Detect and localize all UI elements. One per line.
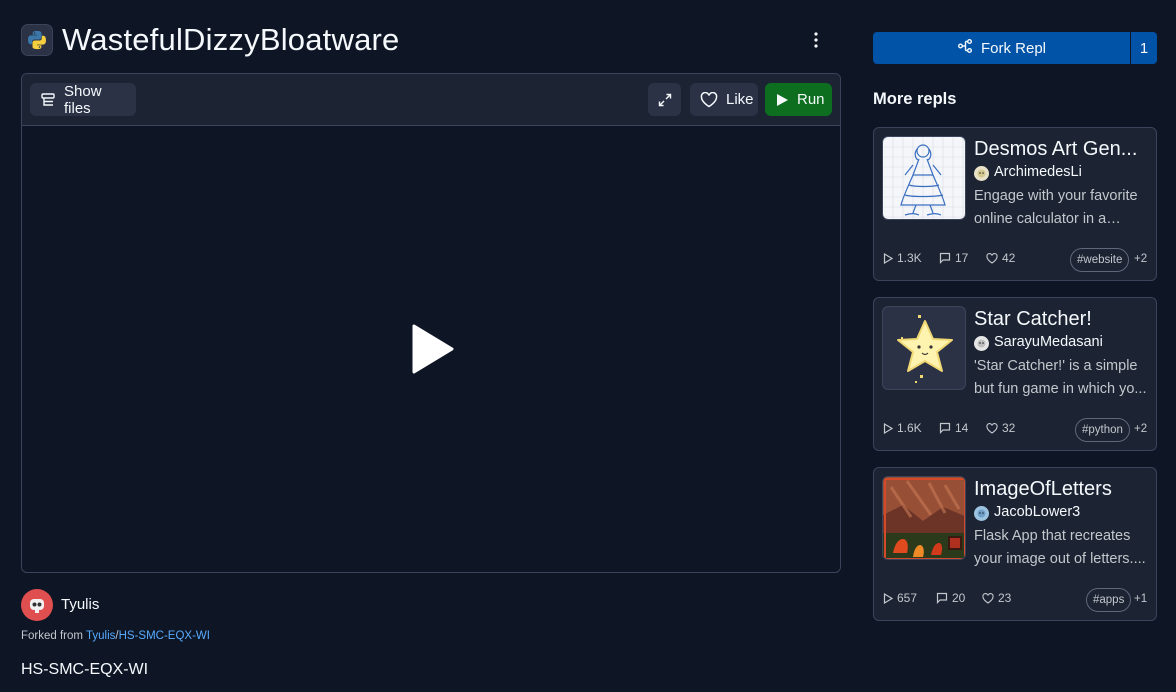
- runs-count: 1.6K: [897, 421, 922, 435]
- avatar: [974, 506, 989, 521]
- player-toolbar: Show files Like Run: [22, 74, 840, 126]
- tag-chip[interactable]: #website: [1070, 248, 1130, 272]
- fork-count[interactable]: 1: [1131, 32, 1157, 64]
- card-author-name[interactable]: ArchimedesLi: [994, 164, 1082, 180]
- python-icon: [21, 24, 53, 56]
- repl-card[interactable]: Desmos Art Gen... ArchimedesLi Engage wi…: [873, 127, 1157, 281]
- card-description: Flask App that recreates your image out …: [974, 528, 1146, 567]
- likes-stat: 42: [986, 251, 1015, 265]
- card-author-name[interactable]: SarayuMedasani: [994, 334, 1103, 350]
- card-title[interactable]: ImageOfLetters: [974, 476, 1150, 502]
- heart-outline-icon: [986, 252, 998, 264]
- card-stats: 1.6K 14 32 #python +2: [883, 418, 1149, 442]
- run-button[interactable]: Run: [765, 83, 832, 116]
- likes-count: 32: [1002, 421, 1016, 435]
- play-icon: [775, 93, 789, 107]
- author-name[interactable]: Tyulis: [61, 596, 99, 613]
- fork-label: Fork Repl: [980, 39, 1047, 57]
- comments-count: 14: [955, 421, 969, 435]
- repl-card[interactable]: ImageOfLetters JacobLower3 Flask App tha…: [873, 467, 1157, 621]
- card-description: Engage with your favorite online calcula…: [974, 188, 1138, 227]
- repl-card[interactable]: Star Catcher! SarayuMedasani 'Star Catch…: [873, 297, 1157, 451]
- comments-stat: 20: [936, 591, 965, 605]
- runs-count: 1.3K: [897, 251, 922, 265]
- card-author[interactable]: ArchimedesLi: [974, 163, 1152, 183]
- more-repls-heading: More repls: [873, 90, 957, 108]
- card-description: 'Star Catcher!' is a simple but fun game…: [974, 358, 1147, 397]
- heart-outline-icon: [982, 592, 994, 604]
- page-title: WastefulDizzyBloatware: [62, 22, 400, 57]
- card-author-name[interactable]: JacobLower3: [994, 504, 1080, 520]
- more-tags: +2: [1134, 423, 1148, 435]
- avatar: [974, 166, 989, 181]
- show-files-button[interactable]: Show files: [30, 82, 136, 117]
- avatar[interactable]: [21, 589, 53, 621]
- likes-stat: 32: [986, 421, 1015, 435]
- expand-icon: [657, 92, 673, 108]
- forked-prefix: Forked from: [21, 630, 86, 642]
- comment-icon: [939, 422, 951, 434]
- forked-from: Forked from Tyulis/HS-SMC-EQX-WI: [21, 630, 210, 642]
- forked-user-link[interactable]: Tyulis: [86, 630, 115, 642]
- run-label: Run: [797, 91, 825, 108]
- runs-stat: 657: [883, 591, 917, 605]
- show-files-label: Show files: [64, 82, 102, 117]
- repl-thumbnail: [882, 476, 966, 560]
- avatar: [974, 336, 989, 351]
- likes-count: 23: [998, 591, 1012, 605]
- repl-thumbnail: [882, 136, 966, 220]
- like-label: Like: [726, 91, 754, 108]
- play-outline-icon: [883, 422, 893, 434]
- like-button[interactable]: Like: [690, 83, 758, 116]
- files-icon: [40, 92, 56, 108]
- repl-description: HS-SMC-EQX-WI: [21, 661, 149, 678]
- more-tags: +1: [1134, 593, 1148, 605]
- heart-outline-icon: [986, 422, 998, 434]
- play-outline-icon: [883, 252, 893, 264]
- comments-stat: 14: [939, 421, 968, 435]
- likes-count: 42: [1002, 251, 1016, 265]
- fork-icon: [957, 38, 973, 58]
- title-row: WastefulDizzyBloatware: [21, 22, 841, 58]
- card-title[interactable]: Star Catcher!: [974, 306, 1150, 332]
- comments-stat: 17: [939, 251, 968, 265]
- comments-count: 20: [952, 591, 966, 605]
- more-options-icon[interactable]: [804, 26, 828, 54]
- card-stats: 657 20 23 #apps +1: [883, 588, 1149, 612]
- play-outline-icon: [883, 592, 893, 604]
- forked-repl-link[interactable]: HS-SMC-EQX-WI: [119, 630, 210, 642]
- runs-stat: 1.3K: [883, 251, 922, 265]
- repl-page: WastefulDizzyBloatware Show files Like R…: [0, 0, 1176, 692]
- runs-stat: 1.6K: [883, 421, 922, 435]
- runs-count: 657: [897, 591, 918, 605]
- card-stats: 1.3K 17 42 #website +2: [883, 248, 1149, 272]
- tag-chip[interactable]: #apps: [1086, 588, 1132, 612]
- repl-thumbnail: [882, 306, 966, 390]
- likes-stat: 23: [982, 591, 1011, 605]
- fork-repl-button[interactable]: Fork Repl: [873, 32, 1130, 64]
- comment-icon: [936, 592, 948, 604]
- tag-chip[interactable]: #python: [1075, 418, 1130, 442]
- repl-player: Show files Like Run: [21, 73, 841, 573]
- comments-count: 17: [955, 251, 969, 265]
- card-title[interactable]: Desmos Art Gen...: [974, 136, 1150, 162]
- comment-icon: [939, 252, 951, 264]
- more-tags: +2: [1134, 253, 1148, 265]
- heart-icon: [700, 91, 718, 108]
- fullscreen-button[interactable]: [648, 83, 681, 116]
- card-author[interactable]: SarayuMedasani: [974, 333, 1152, 353]
- card-author[interactable]: JacobLower3: [974, 503, 1152, 523]
- big-play-icon[interactable]: [412, 324, 454, 374]
